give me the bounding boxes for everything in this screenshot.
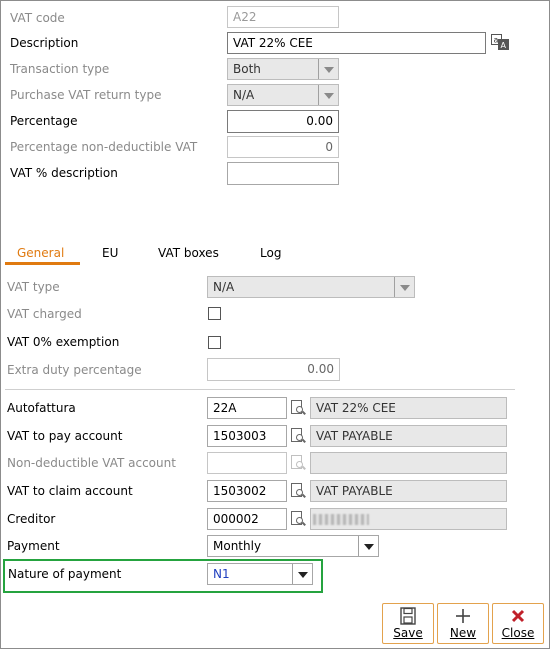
vat-0-exemption-label: VAT 0% exemption	[7, 335, 120, 349]
active-tab-indicator	[5, 262, 80, 265]
save-icon	[383, 606, 433, 626]
purchase-vat-return-select: N/A	[227, 84, 339, 106]
vat-type-value: N/A	[213, 280, 235, 294]
close-button[interactable]: Close	[492, 603, 544, 644]
purchase-vat-return-label: Purchase VAT return type	[10, 88, 162, 102]
creditor-code-field[interactable]: 000002	[207, 508, 287, 530]
transaction-type-select: Both	[227, 58, 339, 80]
non-deductible-label: Non-deductible VAT account	[7, 456, 176, 470]
close-label: Close	[501, 626, 535, 640]
description-field[interactable]: VAT 22% CEE	[227, 32, 486, 54]
extra-duty-field: 0.00	[207, 358, 340, 381]
extra-duty-label: Extra duty percentage	[7, 363, 142, 377]
vat-to-claim-code-field[interactable]: 1503002	[207, 480, 287, 502]
lookup-icon[interactable]	[290, 399, 306, 416]
vat-type-select: N/A	[207, 276, 415, 298]
nature-of-payment-select[interactable]: N1	[207, 563, 313, 585]
vat-charged-checkbox[interactable]	[208, 307, 221, 320]
chevron-down-icon[interactable]	[292, 564, 312, 584]
new-button[interactable]: New	[437, 603, 489, 644]
chevron-down-icon	[318, 59, 338, 79]
transaction-type-value: Both	[233, 62, 261, 76]
section-divider	[5, 389, 515, 390]
translate-icon[interactable]: a A	[491, 34, 509, 50]
payment-label: Payment	[7, 539, 60, 553]
payment-value: Monthly	[213, 539, 262, 553]
vat-to-claim-label: VAT to claim account	[7, 484, 133, 498]
tab-vat-boxes[interactable]: VAT boxes	[158, 245, 219, 261]
chevron-down-icon	[394, 277, 414, 297]
svg-text:a: a	[494, 36, 499, 45]
vat-code-label: VAT code	[10, 11, 65, 25]
creditor-label: Creditor	[7, 512, 56, 526]
new-label: New	[449, 626, 477, 640]
chevron-down-icon[interactable]	[358, 536, 378, 556]
vat-charged-label: VAT charged	[7, 307, 82, 321]
pct-non-deductible-field: 0	[227, 136, 339, 158]
save-button[interactable]: Save	[382, 603, 434, 644]
autofattura-label: Autofattura	[7, 401, 76, 415]
vat-to-pay-description: VAT PAYABLE	[310, 425, 507, 447]
vat-to-claim-description: VAT PAYABLE	[310, 480, 507, 502]
vat-code-form: VAT code A22 Description VAT 22% CEE a A…	[0, 0, 550, 649]
nature-of-payment-label: Nature of payment	[8, 567, 122, 581]
tab-eu[interactable]: EU	[102, 245, 118, 261]
plus-icon	[438, 606, 488, 626]
close-icon	[493, 606, 543, 626]
vat-to-pay-label: VAT to pay account	[7, 429, 123, 443]
autofattura-code-field[interactable]: 22A	[207, 397, 287, 419]
lookup-icon[interactable]	[290, 427, 306, 444]
percentage-field[interactable]: 0.00	[227, 110, 339, 133]
nature-of-payment-value: N1	[213, 567, 230, 581]
autofattura-description: VAT 22% CEE	[310, 397, 507, 419]
lookup-icon[interactable]	[290, 482, 306, 499]
tab-log[interactable]: Log	[260, 245, 281, 261]
vat-pct-description-label: VAT % description	[10, 166, 118, 180]
non-deductible-description	[310, 452, 507, 474]
vat-code-field: A22	[227, 6, 339, 28]
vat-pct-description-field[interactable]	[227, 162, 339, 185]
vat-to-pay-code-field[interactable]: 1503003	[207, 425, 287, 447]
transaction-type-label: Transaction type	[10, 62, 110, 76]
tab-general[interactable]: General	[17, 245, 64, 261]
lookup-icon[interactable]	[290, 510, 306, 527]
non-deductible-code-field	[207, 452, 287, 474]
chevron-down-icon	[318, 85, 338, 105]
percentage-label: Percentage	[10, 114, 78, 128]
vat-0-exemption-checkbox[interactable]	[208, 336, 221, 349]
pct-non-deductible-label: Percentage non-deductible VAT	[10, 140, 198, 154]
vat-type-label: VAT type	[7, 280, 60, 294]
redacted-creditor-name	[313, 514, 369, 525]
payment-select[interactable]: Monthly	[207, 535, 379, 557]
save-label: Save	[393, 626, 423, 640]
svg-text:A: A	[501, 41, 507, 50]
lookup-icon	[290, 454, 306, 471]
purchase-vat-return-value: N/A	[233, 88, 255, 102]
description-label: Description	[10, 36, 79, 50]
